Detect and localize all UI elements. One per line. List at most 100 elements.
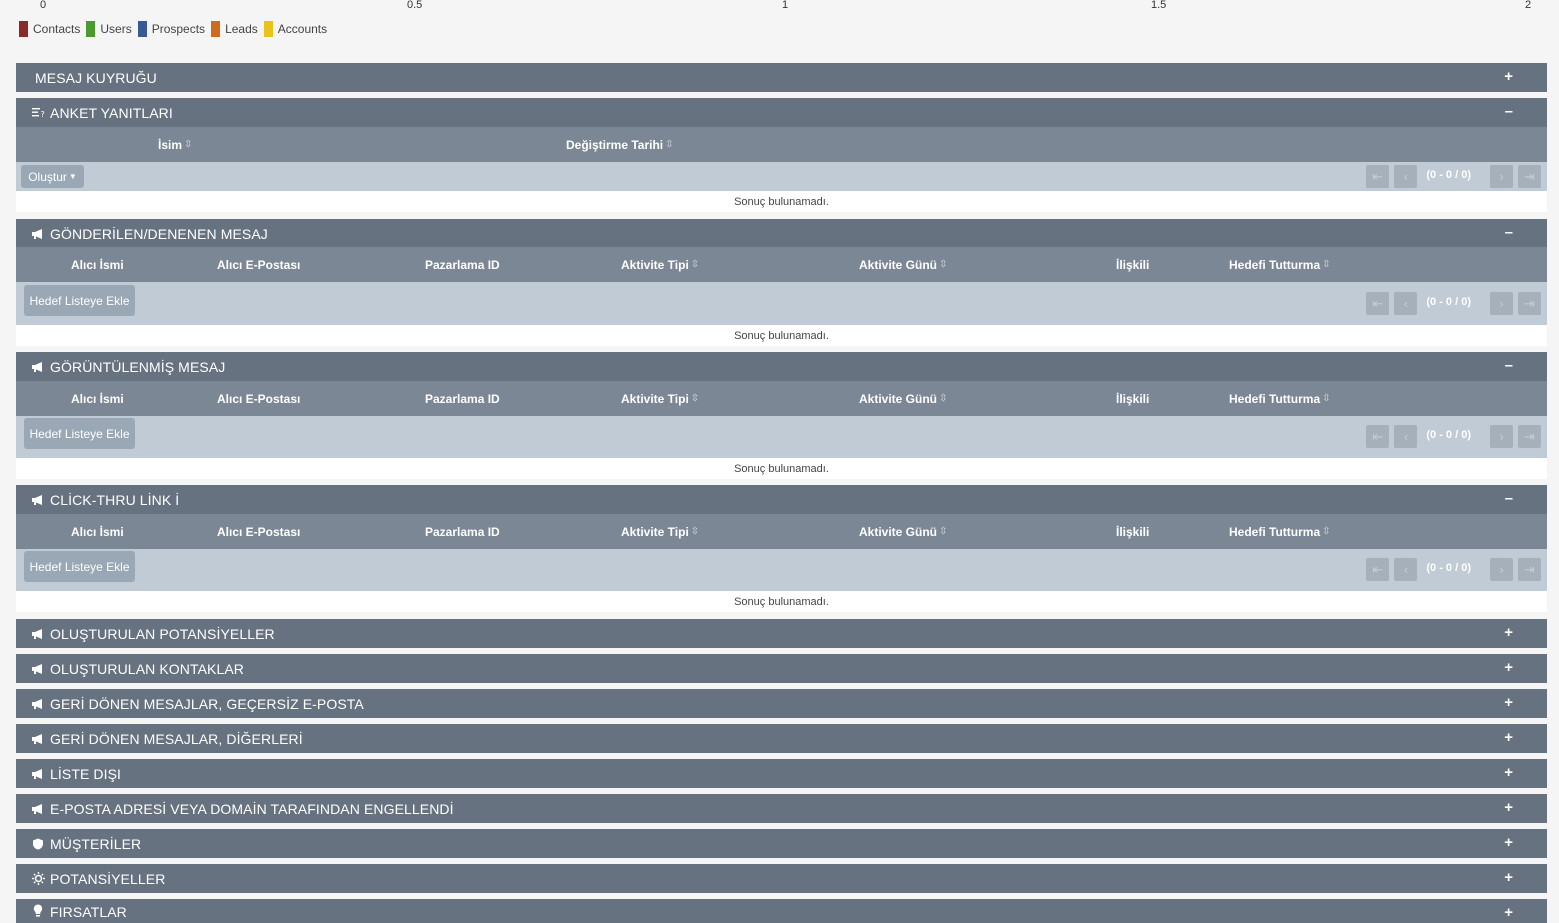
column-header-aktivite-tipi[interactable]: Aktivite Tipi ⇳	[621, 258, 699, 272]
column-header-alici-ismi[interactable]: Alıcı İsmi	[71, 258, 124, 272]
megaphone-icon	[30, 361, 46, 372]
next-page-icon[interactable]: ›	[1490, 558, 1513, 581]
collapse-icon[interactable]: –	[1505, 357, 1513, 374]
column-header-iliskili[interactable]: İlişkili	[1116, 258, 1149, 272]
sun-icon	[30, 872, 46, 885]
column-header-aktivite-gunu[interactable]: Aktivite Günü ⇳	[859, 258, 947, 272]
panel-title: ANKET YANITLARI	[50, 104, 173, 121]
prev-page-icon[interactable]: ‹	[1394, 425, 1418, 448]
last-page-icon[interactable]: ⇥	[1518, 292, 1541, 315]
next-page-icon[interactable]: ›	[1490, 425, 1513, 448]
panel-header-olusturulan-kontaklar[interactable]: OLUŞTURULAN KONTAKLAR +	[16, 654, 1547, 683]
legend-item-leads[interactable]: Leads	[211, 21, 258, 37]
column-header-pazarlama-id[interactable]: Pazarlama ID	[425, 258, 500, 272]
panel-title: GÖNDERİLEN/DENENEN MESAJ	[50, 225, 268, 242]
axis-tick-1: 1	[782, 0, 789, 11]
column-header-hedefi-tutturma[interactable]: Hedefi Tutturma ⇳	[1229, 392, 1331, 406]
column-label: Aktivite Günü	[859, 525, 938, 539]
first-page-icon[interactable]: ⇤	[1366, 165, 1390, 188]
first-page-icon[interactable]: ⇤	[1366, 425, 1390, 448]
panel-header-goruntulenmis[interactable]: GÖRÜNTÜLENMİŞ MESAJ –	[16, 352, 1547, 381]
collapse-icon[interactable]: –	[1505, 103, 1513, 120]
legend-item-accounts[interactable]: Accounts	[263, 21, 327, 37]
sort-icon[interactable]: ⇳	[939, 526, 947, 537]
add-to-target-list-button[interactable]: Hedef Listeye Ekle	[24, 551, 135, 582]
panel-title: CLİCK-THRU LİNK İ	[50, 491, 180, 508]
panel-header-firsatlar[interactable]: FIRSATLAR +	[16, 899, 1547, 923]
panel-header-liste-disi[interactable]: LİSTE DIŞI +	[16, 759, 1547, 788]
next-page-icon[interactable]: ›	[1490, 165, 1513, 188]
legend-item-prospects[interactable]: Prospects	[137, 21, 205, 37]
next-page-icon[interactable]: ›	[1490, 292, 1513, 315]
column-header-hedefi-tutturma[interactable]: Hedefi Tutturma ⇳	[1229, 525, 1331, 539]
add-to-target-list-button[interactable]: Hedef Listeye Ekle	[24, 418, 135, 449]
last-page-icon[interactable]: ⇥	[1518, 425, 1541, 448]
column-header-alici-eposta[interactable]: Alıcı E-Postası	[217, 258, 300, 272]
column-header-aktivite-tipi[interactable]: Aktivite Tipi ⇳	[621, 525, 699, 539]
panel-title: GERİ DÖNEN MESAJLAR, GEÇERSİZ E-POSTA	[50, 695, 364, 712]
sort-icon[interactable]: ⇳	[939, 393, 947, 404]
expand-icon[interactable]: +	[1504, 869, 1513, 886]
sort-icon[interactable]: ⇳	[184, 139, 192, 150]
add-to-target-list-button[interactable]: Hedef Listeye Ekle	[24, 285, 135, 316]
column-header-pazarlama-id[interactable]: Pazarlama ID	[425, 392, 500, 406]
column-header-alici-ismi[interactable]: Alıcı İsmi	[71, 525, 124, 539]
column-header-iliskili[interactable]: İlişkili	[1116, 525, 1149, 539]
column-header-aktivite-tipi[interactable]: Aktivite Tipi ⇳	[621, 392, 699, 406]
column-header-iliskili[interactable]: İlişkili	[1116, 392, 1149, 406]
sort-icon[interactable]: ⇳	[1322, 526, 1330, 537]
sort-icon[interactable]: ⇳	[691, 393, 699, 404]
sort-icon[interactable]: ⇳	[691, 526, 699, 537]
column-header-aktivite-gunu[interactable]: Aktivite Günü ⇳	[859, 392, 947, 406]
panel-header-engellendi[interactable]: E-POSTA ADRESİ VEYA DOMAİN TARAFINDAN EN…	[16, 794, 1547, 823]
column-header-hedefi-tutturma[interactable]: Hedefi Tutturma ⇳	[1229, 258, 1331, 272]
first-page-icon[interactable]: ⇤	[1366, 292, 1390, 315]
collapse-icon[interactable]: –	[1505, 224, 1513, 241]
expand-icon[interactable]: +	[1504, 904, 1513, 921]
panel-header-click-thru[interactable]: CLİCK-THRU LİNK İ –	[16, 485, 1547, 514]
expand-icon[interactable]: +	[1504, 694, 1513, 711]
panel-header-musteriler[interactable]: MÜŞTERİLER +	[16, 829, 1547, 858]
column-label: Aktivite Tipi	[621, 258, 689, 272]
legend-swatch	[211, 21, 221, 37]
panel-header-geri-donen-digerleri[interactable]: GERİ DÖNEN MESAJLAR, DİĞERLERİ +	[16, 724, 1547, 753]
column-header-pazarlama-id[interactable]: Pazarlama ID	[425, 525, 500, 539]
prev-page-icon[interactable]: ‹	[1394, 558, 1418, 581]
column-header-degistirme-tarihi[interactable]: Değiştirme Tarihi ⇳	[566, 138, 674, 152]
prev-page-icon[interactable]: ‹	[1394, 292, 1418, 315]
prev-page-icon[interactable]: ‹	[1394, 165, 1418, 188]
column-header-alici-eposta[interactable]: Alıcı E-Postası	[217, 392, 300, 406]
action-row: Hedef Listeye Ekle ⇤ ‹ (0 - 0 / 0) › ⇥	[16, 549, 1547, 591]
panel-header-potansiyeller[interactable]: POTANSİYELLER +	[16, 864, 1547, 893]
panel-header-olusturulan-potansiyeller[interactable]: OLUŞTURULAN POTANSİYELLER +	[16, 619, 1547, 648]
sort-icon[interactable]: ⇳	[939, 259, 947, 270]
panel-header-mesaj-kuyrugu[interactable]: MESAJ KUYRUĞU +	[16, 63, 1547, 92]
column-header-isim[interactable]: İsim ⇳	[158, 138, 192, 152]
sort-icon[interactable]: ⇳	[691, 259, 699, 270]
pagination: ⇤ ‹ (0 - 0 / 0) › ⇥	[1361, 165, 1541, 188]
column-header-alici-ismi[interactable]: Alıcı İsmi	[71, 392, 124, 406]
expand-icon[interactable]: +	[1504, 764, 1513, 781]
create-dropdown-button[interactable]: Oluştur ▼	[21, 165, 84, 188]
legend-item-contacts[interactable]: Contacts	[19, 21, 80, 37]
expand-icon[interactable]: +	[1504, 729, 1513, 746]
expand-icon[interactable]: +	[1504, 834, 1513, 851]
column-header-alici-eposta[interactable]: Alıcı E-Postası	[217, 525, 300, 539]
last-page-icon[interactable]: ⇥	[1518, 165, 1541, 188]
legend-item-users[interactable]: Users	[86, 21, 132, 37]
sort-icon[interactable]: ⇳	[1322, 259, 1330, 270]
panel-header-gonderilen[interactable]: GÖNDERİLEN/DENENEN MESAJ –	[16, 219, 1547, 248]
expand-icon[interactable]: +	[1504, 624, 1513, 641]
panel-header-anket-yanitlari[interactable]: ? ANKET YANITLARI –	[16, 98, 1547, 127]
sort-icon[interactable]: ⇳	[665, 139, 673, 150]
panel-header-geri-donen-gecersiz[interactable]: GERİ DÖNEN MESAJLAR, GEÇERSİZ E-POSTA +	[16, 689, 1547, 718]
last-page-icon[interactable]: ⇥	[1518, 558, 1541, 581]
sort-icon[interactable]: ⇳	[1322, 393, 1330, 404]
expand-icon[interactable]: +	[1504, 659, 1513, 676]
column-header-aktivite-gunu[interactable]: Aktivite Günü ⇳	[859, 525, 947, 539]
first-page-icon[interactable]: ⇤	[1366, 558, 1390, 581]
expand-icon[interactable]: +	[1504, 68, 1513, 85]
expand-icon[interactable]: +	[1504, 799, 1513, 816]
collapse-icon[interactable]: –	[1505, 490, 1513, 507]
table-header-row: Alıcı İsmi Alıcı E-Postası Pazarlama ID …	[16, 381, 1547, 416]
